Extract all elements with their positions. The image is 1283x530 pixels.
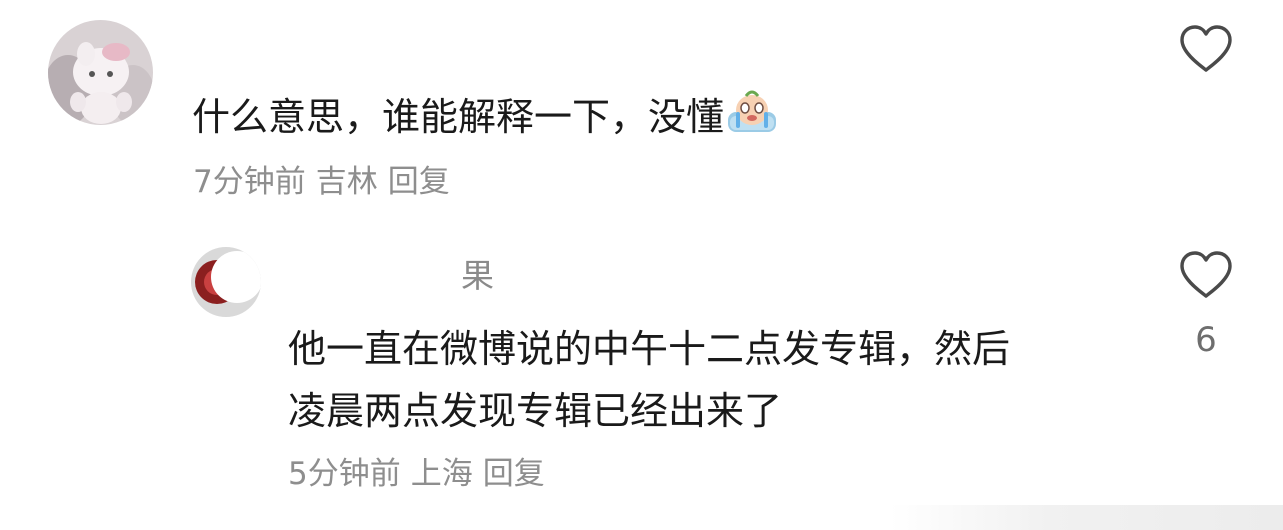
comment-text: 什么意思，谁能解释一下，没懂 bbox=[192, 88, 780, 143]
reply-time: 5分钟前 bbox=[288, 456, 401, 492]
heart-outline-icon bbox=[1180, 251, 1232, 298]
watermark bbox=[890, 505, 1283, 530]
like-button[interactable] bbox=[1178, 24, 1234, 74]
reply-button[interactable]: 回复 bbox=[388, 164, 450, 200]
comment-location: 吉林 bbox=[315, 164, 378, 200]
reply-text: 他一直在微博说的中午十二点发专辑，然后 凌晨两点发现专辑已经出来了 bbox=[288, 318, 1108, 442]
reply-location: 上海 bbox=[410, 456, 473, 492]
reply-button[interactable]: 回复 bbox=[483, 456, 545, 492]
reply-text-line: 凌晨两点发现专辑已经出来了 bbox=[288, 389, 783, 433]
reply-meta: 5分钟前 上海 回复 bbox=[288, 454, 555, 494]
reply-avatar[interactable] bbox=[191, 247, 261, 317]
comment-time: 7分钟前 bbox=[193, 164, 306, 200]
reply-text-line: 他一直在微博说的中午十二点发专辑，然后 bbox=[288, 327, 1011, 371]
reply-username[interactable]: 果 bbox=[461, 256, 494, 296]
comment-thread: 什么意思，谁能解释一下，没懂 7分钟前 吉林 回复 果 他一直在微博说的中午十二… bbox=[0, 0, 1283, 530]
comment-meta: 7分钟前 吉林 回复 bbox=[193, 162, 460, 202]
avatar[interactable] bbox=[48, 20, 153, 125]
crying-face-emoji-icon bbox=[724, 88, 780, 136]
heart-outline-icon bbox=[1180, 25, 1232, 72]
like-button[interactable] bbox=[1178, 250, 1234, 300]
like-count: 6 bbox=[1195, 320, 1217, 360]
comment-body: 什么意思，谁能解释一下，没懂 bbox=[192, 95, 725, 139]
